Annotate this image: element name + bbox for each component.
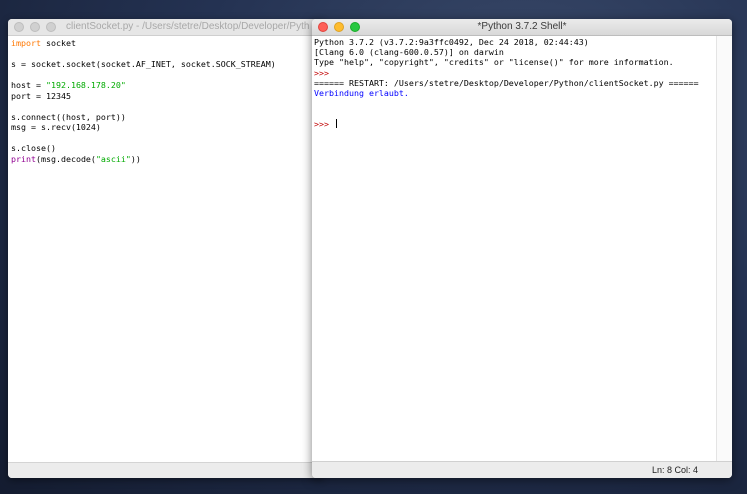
code-token: s.connect((host, port)) [11,111,126,122]
line-number-indicator: Ln: 8 [651,465,672,475]
vertical-scrollbar[interactable] [716,36,732,461]
minimize-button[interactable] [30,22,40,32]
code-token: "192.168.178.20" [45,80,126,90]
editor-titlebar[interactable]: clientSocket.py - /Users/stetre/Desktop/… [8,19,323,36]
shell-line: Type "help", "copyright", "credits" or "… [314,57,717,67]
code-token: msg = s.recv(1024) [11,122,101,132]
shell-line: Verbindung erlaubt. [314,88,717,98]
code-line: s = socket.socket(socket.AF_INET, socket… [11,59,323,70]
shell-text: [Clang 6.0 (clang-600.0.57)] on darwin [314,47,504,58]
code-line: port = 12345 [11,91,323,102]
code-line: s.connect((host, port)) [11,112,323,123]
code-token: import [11,38,41,48]
shell-line: ====== RESTART: /Users/stetre/Desktop/De… [314,78,717,88]
editor-text-area[interactable]: import socket s = socket.socket(socket.AF… [8,36,323,164]
code-line: host = "192.168.178.20" [11,80,323,91]
code-token: )) [130,153,141,164]
shell-text: >>> [314,67,329,78]
code-token: socket [40,38,76,48]
editor-window-title: clientSocket.py - /Users/stetre/Desktop/… [66,21,310,32]
shell-status-bar: Ln: 8 Col: 4 [312,461,732,478]
code-token: "ascii" [95,153,131,164]
shell-output-area[interactable]: Python 3.7.2 (v3.7.2:9a3ffc0492, Dec 24 … [312,36,717,461]
code-token: host = [11,80,46,90]
shell-window[interactable]: *Python 3.7.2 Shell* Python 3.7.2 (v3.7.… [312,19,732,478]
shell-text: Verbindung erlaubt. [314,87,409,98]
shell-line: >>> [314,68,717,78]
editor-window[interactable]: clientSocket.py - /Users/stetre/Desktop/… [8,19,323,478]
shell-text: >>> [314,118,334,129]
shell-text: Python 3.7.2 (v3.7.2:9a3ffc0492, Dec 24 … [314,37,589,47]
shell-line: [Clang 6.0 (clang-600.0.57)] on darwin [314,47,717,57]
close-button[interactable] [14,22,24,32]
code-line: import socket [11,38,323,49]
editor-window-controls [14,22,56,32]
code-line: msg = s.recv(1024) [11,122,323,133]
shell-line: Python 3.7.2 (v3.7.2:9a3ffc0492, Dec 24 … [314,37,717,47]
code-line: s.close() [11,143,323,154]
code-token: s.close() [11,143,56,153]
shell-text: Type "help", "copyright", "credits" or "… [314,57,674,68]
text-cursor [335,118,337,128]
code-token: s = socket.socket(socket.AF_INET, socket… [11,59,276,69]
shell-input-line[interactable]: >>> [314,118,717,129]
column-number-indicator: Col: 4 [674,465,698,475]
shell-window-title: *Python 3.7.2 Shell* [477,21,567,32]
code-token: port = 12345 [11,90,71,101]
shell-titlebar[interactable]: *Python 3.7.2 Shell* [312,19,732,36]
code-token: print [11,153,36,164]
editor-status-bar [8,462,323,478]
code-token: (msg.decode( [35,153,96,164]
shell-text: ====== RESTART: /Users/stetre/Desktop/De… [314,77,699,88]
zoom-button[interactable] [46,22,56,32]
code-line: print(msg.decode("ascii")) [11,154,323,165]
